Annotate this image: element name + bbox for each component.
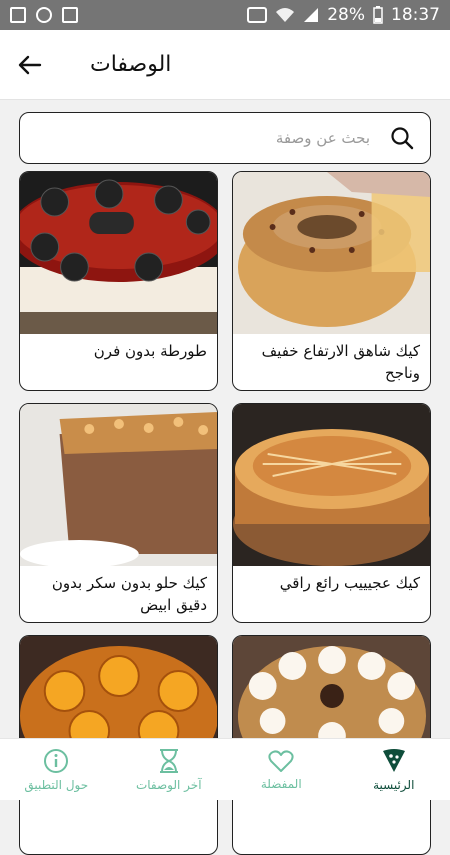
arrow-left-icon	[18, 55, 42, 75]
nav-home[interactable]: الرئيسية	[338, 739, 450, 800]
back-button[interactable]	[0, 30, 60, 100]
nav-about[interactable]: حول التطبيق	[0, 739, 113, 800]
pizza-slice-icon	[382, 748, 406, 774]
cast-icon	[247, 7, 267, 23]
nav-favorites[interactable]: المفضلة	[225, 739, 338, 800]
status-bar: 28% 18:37	[0, 0, 450, 30]
search-box[interactable]	[19, 112, 431, 164]
wifi-icon	[275, 7, 295, 23]
recipe-image	[20, 172, 217, 334]
nav-favorites-label: المفضلة	[261, 777, 302, 791]
nav-latest-label: آخر الوصفات	[136, 778, 202, 792]
nav-home-label: الرئيسية	[373, 778, 414, 792]
image-notification-icon	[10, 7, 26, 23]
recipe-title: كيك حلو بدون سكر بدون دقيق ابيض	[28, 572, 207, 616]
search-icon[interactable]	[390, 126, 414, 150]
bottom-navigation: حول التطبيق آخر الوصفات المفضلة الرئيسية	[0, 738, 450, 800]
recipe-title: طورطة بدون فرن	[28, 340, 207, 362]
page-title: الوصفات	[90, 52, 171, 77]
clock-time: 18:37	[391, 5, 440, 25]
recipe-image	[233, 404, 430, 566]
info-icon	[43, 748, 69, 774]
search-input[interactable]	[36, 129, 370, 147]
battery-icon	[373, 6, 383, 24]
recipe-card[interactable]: كيك حلو بدون سكر بدون دقيق ابيض	[19, 403, 218, 623]
photo-notification-icon	[62, 7, 78, 23]
battery-percent: 28%	[327, 5, 365, 25]
recipe-card[interactable]: كيك عجيييب رائع راقي	[232, 403, 431, 623]
recipe-card[interactable]: كيك شاهق الارتفاع خفيف وناجح	[232, 171, 431, 391]
signal-icon	[303, 7, 319, 23]
circle-notification-icon	[36, 7, 52, 23]
recipe-title: كيك شاهق الارتفاع خفيف وناجح	[241, 340, 420, 384]
app-bar: الوصفات	[0, 30, 450, 100]
recipe-image	[233, 172, 430, 334]
hourglass-icon	[157, 748, 181, 774]
recipe-title: كيك عجيييب رائع راقي	[241, 572, 420, 594]
heart-icon	[268, 749, 294, 773]
recipe-card[interactable]: طورطة بدون فرن	[19, 171, 218, 391]
nav-latest[interactable]: آخر الوصفات	[113, 739, 226, 800]
nav-about-label: حول التطبيق	[24, 778, 88, 792]
recipe-image	[20, 404, 217, 566]
